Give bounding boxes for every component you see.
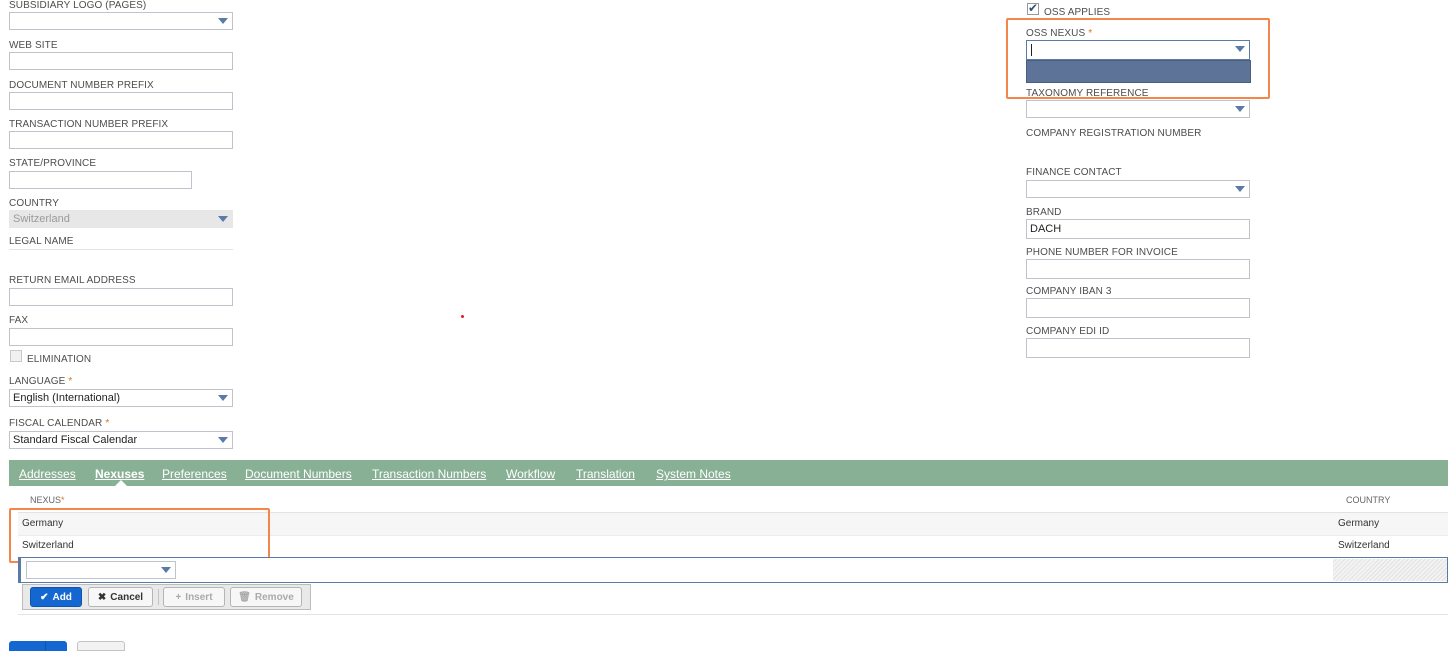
save-button[interactable]: [9, 641, 67, 651]
fiscal-calendar-label: FISCAL CALENDAR *: [9, 418, 109, 429]
trash-icon: 🗑: [238, 591, 251, 603]
oss-applies-checkbox[interactable]: [1027, 1, 1039, 15]
chevron-down-icon: [218, 395, 228, 401]
nexus-row-select[interactable]: [26, 561, 176, 579]
add-button-label: Add: [52, 591, 72, 603]
country-cell: Germany: [1338, 518, 1380, 529]
web-site-field[interactable]: [9, 52, 233, 70]
chevron-down-icon: [1235, 186, 1245, 192]
highlight-box-nexus-rows: [9, 508, 270, 563]
phone-invoice-label: PHONE NUMBER FOR INVOICE: [1026, 247, 1178, 258]
country-cell: Switzerland: [1338, 540, 1390, 551]
document-number-prefix-field[interactable]: [9, 92, 233, 110]
return-email-label: RETURN EMAIL ADDRESS: [9, 275, 136, 286]
add-button[interactable]: ✔ Add: [30, 587, 82, 607]
transaction-number-prefix-field[interactable]: [9, 131, 233, 149]
chevron-down-icon: [218, 216, 228, 222]
checkmark-icon: ✔: [40, 591, 49, 603]
company-registration-label: COMPANY REGISTRATION NUMBER: [1026, 128, 1202, 139]
brand-label: BRAND: [1026, 207, 1062, 218]
legal-name-divider: [9, 249, 233, 250]
subtab-bar: Addresses Nexuses Preferences Document N…: [9, 460, 1448, 486]
remove-button-label: Remove: [254, 591, 294, 603]
insert-button[interactable]: + Insert: [163, 587, 225, 607]
cancel-button-label: Cancel: [110, 591, 144, 603]
company-iban3-label: COMPANY IBAN 3: [1026, 286, 1112, 297]
document-number-prefix-label: DOCUMENT NUMBER PREFIX: [9, 80, 154, 91]
company-edi-id-field[interactable]: [1026, 338, 1250, 358]
chevron-down-icon: [218, 18, 228, 24]
cursor-dot: [461, 315, 464, 318]
split-divider: [45, 641, 46, 651]
country-label: COUNTRY: [9, 198, 59, 209]
fiscal-calendar-select[interactable]: Standard Fiscal Calendar: [9, 431, 233, 449]
company-edi-id-label: COMPANY EDI ID: [1026, 326, 1110, 337]
tab-workflow[interactable]: Workflow: [506, 467, 555, 481]
tab-preferences[interactable]: Preferences: [162, 467, 227, 481]
phone-invoice-field[interactable]: [1026, 259, 1250, 279]
transaction-number-prefix-label: TRANSACTION NUMBER PREFIX: [9, 119, 169, 130]
tab-transaction-numbers[interactable]: Transaction Numbers: [372, 467, 486, 481]
nexus-edit-row[interactable]: [18, 557, 1448, 583]
tab-translation[interactable]: Translation: [576, 467, 635, 481]
tab-document-numbers[interactable]: Document Numbers: [245, 467, 352, 481]
language-value: English (International): [13, 392, 121, 404]
grid-bottom-divider: [18, 614, 1448, 615]
brand-field[interactable]: DACH: [1026, 219, 1250, 239]
fiscal-calendar-value: Standard Fiscal Calendar: [13, 434, 138, 446]
web-site-label: WEB SITE: [9, 40, 58, 51]
required-marker: *: [61, 495, 65, 505]
nexus-column-header-text: NEXUS: [30, 495, 62, 505]
return-email-field[interactable]: [9, 288, 233, 306]
tab-system-notes[interactable]: System Notes: [656, 467, 731, 481]
language-label-text: LANGUAGE: [9, 376, 66, 387]
chevron-down-icon: [218, 437, 228, 443]
required-marker: *: [105, 418, 110, 429]
divider: [158, 589, 159, 605]
state-province-label: STATE/PROVINCE: [9, 158, 97, 169]
nexus-column-header[interactable]: NEXUS*: [30, 495, 65, 505]
taxonomy-reference-select[interactable]: [1026, 100, 1250, 118]
subsidiary-logo-select[interactable]: [9, 12, 233, 30]
cancel-button[interactable]: ✖ Cancel: [88, 587, 153, 607]
fiscal-calendar-label-text: FISCAL CALENDAR: [9, 418, 103, 429]
finance-contact-label: FINANCE CONTACT: [1026, 167, 1122, 178]
chevron-down-icon: [1235, 106, 1245, 112]
oss-applies-label: OSS APPLIES: [1044, 7, 1111, 18]
elimination-checkbox[interactable]: [10, 350, 22, 362]
close-icon: ✖: [97, 591, 107, 603]
country-select: Switzerland: [9, 210, 233, 228]
finance-contact-select[interactable]: [1026, 180, 1250, 198]
row-action-bar: ✔ Add ✖ Cancel + Insert 🗑 Remove: [22, 584, 311, 610]
country-column-header[interactable]: COUNTRY: [1346, 495, 1390, 505]
tab-nexuses[interactable]: Nexuses: [95, 467, 144, 481]
subsidiary-logo-label: SUBSIDIARY LOGO (PAGES): [9, 0, 147, 11]
fax-label: FAX: [9, 315, 29, 326]
active-tab-indicator: [115, 480, 127, 486]
highlight-box-oss-nexus: [1006, 18, 1270, 99]
plus-icon: +: [175, 591, 182, 603]
insert-button-label: Insert: [185, 591, 213, 603]
brand-value: DACH: [1030, 223, 1062, 235]
fax-field[interactable]: [9, 328, 233, 346]
company-iban3-field[interactable]: [1026, 298, 1250, 318]
state-province-field[interactable]: [9, 171, 192, 189]
country-value: Switzerland: [13, 213, 70, 225]
required-marker: *: [68, 376, 73, 387]
country-readonly-cell: [1333, 559, 1447, 581]
language-select[interactable]: English (International): [9, 389, 233, 407]
remove-button[interactable]: 🗑 Remove: [230, 587, 302, 607]
cancel-page-button[interactable]: [77, 641, 125, 651]
tab-addresses[interactable]: Addresses: [19, 467, 76, 481]
elimination-label: ELIMINATION: [27, 354, 92, 365]
language-label: LANGUAGE *: [9, 376, 72, 387]
legal-name-label: LEGAL NAME: [9, 236, 74, 247]
chevron-down-icon: [161, 567, 171, 573]
